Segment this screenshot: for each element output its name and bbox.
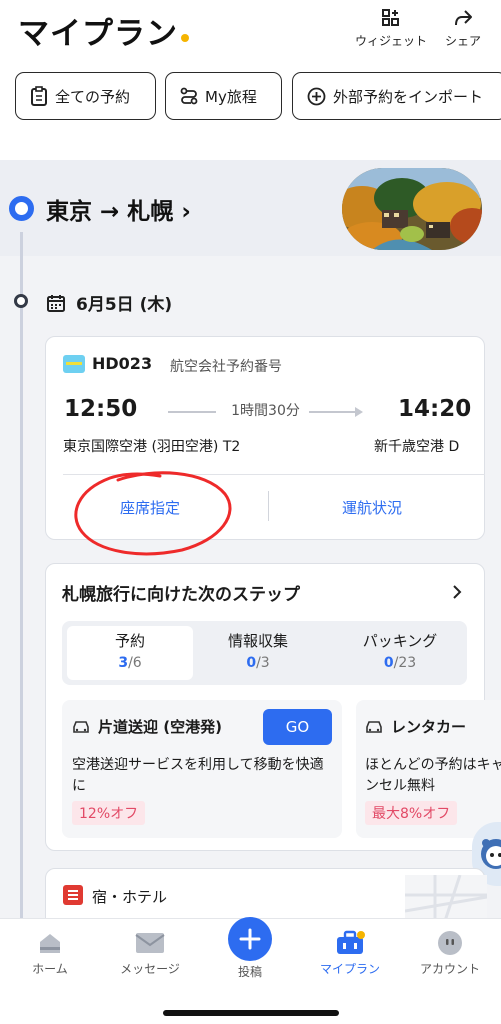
nav-post[interactable]: 投稿 xyxy=(205,963,295,980)
home-indicator xyxy=(163,1010,339,1016)
car-icon xyxy=(73,720,89,733)
tab-done-count: 0 xyxy=(383,655,394,671)
hotel-icon xyxy=(63,885,83,905)
share-icon xyxy=(455,10,472,26)
tab-total-count: /23 xyxy=(393,655,417,671)
rental-car-description: ほとんどの予約はキャンセル無料 xyxy=(365,757,501,794)
route-icon xyxy=(180,87,198,105)
home-icon xyxy=(40,934,60,953)
nav-home-label: ホーム xyxy=(32,962,68,976)
nav-account-label: アカウント xyxy=(419,962,480,976)
mascot-icon xyxy=(481,839,501,869)
clipboard-icon xyxy=(31,86,47,106)
discount-badge: 12%オフ xyxy=(72,801,146,825)
trip-route[interactable]: 東京 → 札幌 › xyxy=(46,192,191,226)
nav-messages[interactable]: メッセージ xyxy=(105,930,195,977)
airline-booking-ref-label: 航空会社予約番号 xyxy=(170,359,282,375)
post-button[interactable] xyxy=(228,917,272,961)
tab-label: パッキング xyxy=(362,632,438,650)
red-annotation-circle xyxy=(74,471,232,556)
nav-myplan[interactable]: マイプラン xyxy=(305,930,395,977)
flight-status-link[interactable]: 運航状況 xyxy=(342,497,402,518)
nav-messages-label: メッセージ xyxy=(120,962,180,976)
nav-home[interactable]: ホーム xyxy=(5,930,95,977)
all-bookings-label: 全ての予約 xyxy=(55,87,131,106)
share-label: シェア xyxy=(445,34,482,48)
tab-total-count: /3 xyxy=(256,655,270,671)
timeline-day-dot xyxy=(14,294,28,308)
flight-number: HD023 xyxy=(92,354,153,373)
link-divider xyxy=(268,491,269,521)
widget-button[interactable]: ウィジェット xyxy=(355,8,427,49)
car-icon xyxy=(366,720,382,733)
add-circle-icon xyxy=(307,87,326,105)
nav-account[interactable]: アカウント xyxy=(405,930,495,977)
flight-duration-text: 1時間30分 xyxy=(231,403,300,419)
share-button[interactable]: シェア xyxy=(445,8,481,49)
tab-label: 予約 xyxy=(114,632,145,650)
widget-icon xyxy=(382,9,399,26)
nav-post-label: 投稿 xyxy=(237,965,262,979)
tab-done-count: 0 xyxy=(246,655,257,671)
flight-duration: 1時間30分 xyxy=(168,400,363,420)
arrival-time: 14:20 xyxy=(398,396,472,422)
transfer-description: 空港送迎サービスを利用して移動を快適に xyxy=(72,757,324,794)
next-steps-title: 札幌旅行に向けた次のステップ xyxy=(62,585,300,605)
day-date: 6月5日 (木) xyxy=(76,295,173,315)
page-title-text: マイプラン xyxy=(18,16,178,52)
departure-airport: 東京国際空港 (羽田空港) T2 xyxy=(63,439,241,455)
tab-total-count: /6 xyxy=(128,655,142,671)
envelope-icon xyxy=(135,933,165,953)
title-dot xyxy=(181,34,189,42)
nav-myplan-label: マイプラン xyxy=(319,962,380,976)
import-external-button[interactable]: 外部予約をインポート xyxy=(292,72,501,120)
transfer-name: 片道送迎 (空港発) xyxy=(98,718,222,736)
tab-done-count: 3 xyxy=(118,655,129,671)
tab-packing[interactable]: パッキング 0/23 xyxy=(340,630,460,671)
transfer-title: 片道送迎 (空港発) xyxy=(72,716,222,737)
go-button[interactable]: GO xyxy=(263,709,332,745)
day-header: 6月5日 (木) xyxy=(46,290,172,315)
timeline-line xyxy=(20,232,23,922)
hotel-label: 宿・ホテル xyxy=(92,888,168,906)
rental-car-name: レンタカー xyxy=(391,718,467,736)
widget-label: ウィジェット xyxy=(355,34,428,48)
all-bookings-button[interactable]: 全ての予約 xyxy=(15,72,156,120)
import-external-label: 外部予約をインポート xyxy=(333,87,484,106)
suitcase-icon xyxy=(337,930,365,954)
avatar-icon xyxy=(438,931,462,955)
my-itinerary-label: My旅程 xyxy=(205,87,257,106)
rental-car-title: レンタカー xyxy=(365,716,466,737)
timeline-start-dot xyxy=(9,196,34,221)
tab-research[interactable]: 情報収集 0/3 xyxy=(198,630,318,671)
chevron-right-icon: › xyxy=(181,199,191,225)
trip-route-text: 東京 → 札幌 xyxy=(46,199,174,225)
tab-reservations[interactable]: 予約 3/6 xyxy=(70,630,190,671)
page-title: マイプラン xyxy=(18,8,189,53)
destination-thumbnail xyxy=(342,168,482,250)
chevron-right-icon[interactable] xyxy=(452,584,462,600)
tab-label: 情報収集 xyxy=(227,632,288,650)
calendar-icon xyxy=(47,294,65,312)
arrival-airport: 新千歳空港 D xyxy=(374,439,460,455)
my-itinerary-button[interactable]: My旅程 xyxy=(165,72,282,120)
rental-car-clip: レンタカー ほとんどの予約はキャンセル無料 最大8%オフ xyxy=(356,700,501,838)
airline-logo xyxy=(63,355,85,373)
plus-icon xyxy=(239,928,261,950)
discount-badge: 最大8%オフ xyxy=(365,801,458,825)
departure-time: 12:50 xyxy=(64,396,138,422)
map-thumbnail xyxy=(405,875,487,921)
